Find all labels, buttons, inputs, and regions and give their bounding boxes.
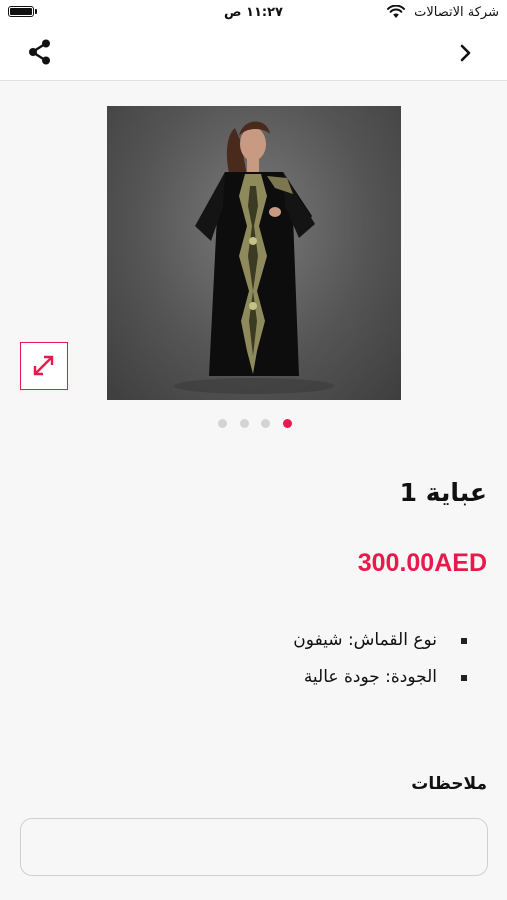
feature-text: نوع القماش: شيفون	[293, 630, 437, 650]
share-button[interactable]	[26, 38, 54, 66]
bullet-icon	[461, 638, 467, 644]
carrier-name: شركة الاتصالات	[414, 5, 499, 20]
carousel-indicator	[0, 419, 507, 431]
status-bar: ١١:٢٧ ص شركة الاتصالات	[0, 0, 507, 28]
wifi-icon	[387, 5, 405, 18]
carousel-dot-2[interactable]	[240, 419, 249, 428]
product-price: 300.00AED	[357, 549, 487, 577]
expand-icon	[33, 355, 54, 376]
model-photo	[174, 121, 334, 394]
carousel-dot-3[interactable]	[261, 419, 270, 428]
expand-image-button[interactable]	[20, 342, 68, 390]
feature-text: الجودة: جودة عالية	[303, 667, 437, 687]
chevron-right-icon	[460, 44, 471, 62]
carousel-dot-1[interactable]	[218, 419, 227, 428]
notes-label: ملاحظات	[411, 774, 487, 794]
share-icon	[29, 39, 50, 65]
nav-bar	[0, 28, 507, 81]
bullet-icon	[461, 675, 467, 681]
product-features: نوع القماش: شيفون الجودة: جودة عالية	[293, 628, 467, 702]
notes-field[interactable]	[20, 818, 488, 876]
product-image[interactable]	[107, 106, 401, 400]
feature-item: الجودة: جودة عالية	[293, 665, 467, 702]
carousel-dot-4-active[interactable]	[283, 419, 292, 428]
back-button[interactable]	[459, 42, 473, 64]
feature-item: نوع القماش: شيفون	[293, 628, 467, 665]
notes-input[interactable]	[21, 819, 487, 875]
product-title: عباية 1	[399, 478, 487, 507]
